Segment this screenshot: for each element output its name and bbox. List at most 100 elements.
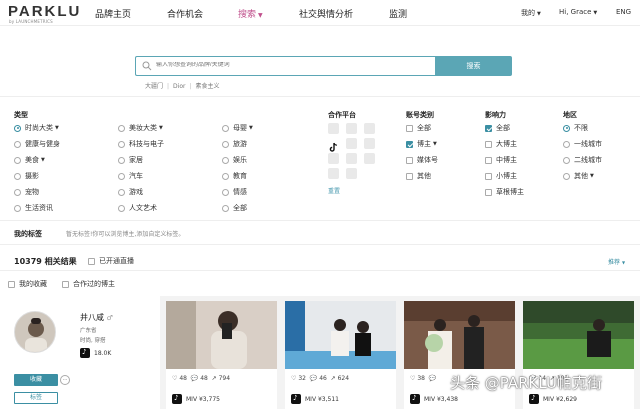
type-option-auto[interactable]: 汽车 [118, 171, 143, 181]
type-option-arts[interactable]: 人文艺术 [118, 203, 157, 213]
comment-icon: 💬 [428, 375, 437, 382]
platform-weibo-icon[interactable] [328, 123, 339, 134]
type-option-label: 科技与电子 [129, 140, 164, 148]
type-option-label: 健康与健身 [25, 140, 60, 148]
type-option-home[interactable]: 家居 [118, 155, 143, 165]
checkbox-icon [485, 140, 492, 148]
influence-option-medium[interactable]: 中博主 [485, 155, 517, 165]
platform-bilibili-icon[interactable] [346, 138, 357, 149]
search-input[interactable] [156, 62, 416, 68]
parklu-logo[interactable]: PARKLU [8, 3, 81, 20]
post-thumbnail[interactable] [166, 301, 277, 369]
hot-search-item[interactable]: 素食主义 [196, 83, 220, 90]
region-option-tier2[interactable]: 二线城市 [563, 155, 602, 165]
influence-option-all[interactable]: 全部 [485, 123, 510, 133]
chevron-down-icon: ▼ [258, 12, 263, 19]
type-option-life[interactable]: 生活资讯 [14, 203, 53, 213]
post-thumbnail[interactable] [404, 301, 515, 369]
influencer-name[interactable]: 井八咸 ♂ [80, 312, 113, 323]
account-option-media[interactable]: 媒体号 [406, 155, 438, 165]
account-option-blogger[interactable]: 博主 ▼ [406, 139, 437, 149]
influencer-avatar[interactable] [14, 311, 56, 353]
type-option-edu[interactable]: 教育 [222, 171, 247, 181]
radio-icon [118, 204, 125, 212]
checkbox-icon [406, 172, 413, 180]
platform-douyin-icon[interactable] [328, 138, 339, 152]
influence-option-grassroots[interactable]: 草根博主 [485, 187, 524, 197]
platform-wechat-icon[interactable] [346, 123, 357, 134]
influence-option-large[interactable]: 大博主 [485, 139, 517, 149]
type-option-fashion[interactable]: 时尚大类 ▼ [14, 123, 59, 133]
filter-region-title: 地区 [563, 111, 577, 119]
platform-kuaishou-icon[interactable] [364, 138, 375, 149]
divider [0, 220, 640, 221]
influence-option-label: 草根博主 [496, 188, 524, 196]
type-option-pets[interactable]: 宠物 [14, 187, 39, 197]
type-option-baby[interactable]: 母婴 ▼ [222, 123, 253, 133]
influence-option-label: 大博主 [496, 140, 517, 148]
hot-search-item[interactable]: Dior [173, 83, 185, 90]
nav-cooperation[interactable]: 合作机会 [167, 7, 203, 20]
nav-search[interactable]: 搜索 ▼ [238, 7, 263, 20]
language-switch[interactable]: ENG [616, 8, 631, 16]
my-favorites-checkbox[interactable]: 我的收藏 [8, 279, 47, 289]
post-thumbnail[interactable] [523, 301, 634, 369]
region-option-tier1[interactable]: 一线城市 [563, 139, 602, 149]
post-card[interactable]: ♡ 32 💬 46 ↗ 624 MIV ¥3,511 [285, 301, 396, 409]
type-option-label: 时尚大类 [25, 124, 53, 132]
miv-value: MIV ¥3,438 [424, 395, 458, 403]
type-option-label: 情感 [233, 188, 247, 196]
reset-platform-button[interactable]: 重置 [328, 186, 340, 195]
platform-youtube-icon[interactable] [346, 168, 357, 179]
live-filter-checkbox[interactable]: 已开通直播 [88, 256, 134, 266]
type-option-games[interactable]: 游戏 [118, 187, 143, 197]
cooperated-label: 合作过的博主 [73, 280, 115, 288]
sort-dropdown[interactable]: 推荐 ▼ [608, 257, 625, 266]
cooperated-checkbox[interactable]: 合作过的博主 [62, 279, 115, 289]
tag-button[interactable]: 标签 [14, 392, 58, 404]
type-option-travel[interactable]: 旅游 [222, 139, 247, 149]
more-options-icon[interactable]: ··· [60, 375, 70, 385]
caret-down-icon: ▼ [55, 125, 59, 131]
results-count: 10379 相关结果 [14, 257, 77, 266]
type-option-all[interactable]: 全部 [222, 203, 247, 213]
type-option-label: 娱乐 [233, 156, 247, 164]
type-option-ent[interactable]: 娱乐 [222, 155, 247, 165]
account-option-other[interactable]: 其他 [406, 171, 431, 181]
like-count: 32 [298, 375, 306, 382]
platform-toutiao-icon[interactable] [346, 153, 357, 164]
radio-icon [118, 156, 125, 164]
post-thumbnail[interactable] [285, 301, 396, 369]
post-card[interactable]: ♡ 48 💬 48 ↗ 794 MIV ¥3,775 [166, 301, 277, 409]
user-menu[interactable]: Hi, Grace ▼ [559, 8, 597, 16]
search-button[interactable]: 搜索 [435, 56, 512, 76]
my-menu[interactable]: 我的 ▼ [521, 8, 541, 18]
region-option-other[interactable]: 其他 ▼ [563, 171, 594, 181]
type-option-health[interactable]: 健康与健身 [14, 139, 60, 149]
checkbox-checked-icon [406, 140, 413, 148]
type-option-tech[interactable]: 科技与电子 [118, 139, 164, 149]
influence-option-small[interactable]: 小博主 [485, 171, 517, 181]
nav-brand-home[interactable]: 品牌主页 [95, 7, 131, 20]
nav-social-analysis[interactable]: 社交舆情分析 [299, 7, 353, 20]
checkbox-icon [485, 156, 492, 164]
type-option-label: 旅游 [233, 140, 247, 148]
douyin-icon [172, 394, 182, 404]
type-option-food[interactable]: 美食 ▼ [14, 155, 45, 165]
live-filter-label: 已开通直播 [99, 257, 134, 265]
platform-xiaohongshu-icon[interactable] [364, 123, 375, 134]
type-option-photo[interactable]: 摄影 [14, 171, 39, 181]
search-icon [142, 61, 152, 71]
account-option-all[interactable]: 全部 [406, 123, 431, 133]
platform-youku-icon[interactable] [364, 153, 375, 164]
type-option-beauty[interactable]: 美妆大类 ▼ [118, 123, 163, 133]
type-option-emotion[interactable]: 情感 [222, 187, 247, 197]
hot-search-item[interactable]: 大疆门 [145, 83, 163, 90]
region-option-any[interactable]: 不限 [563, 123, 588, 133]
platform-zhihu-icon[interactable] [328, 153, 339, 164]
type-option-label: 游戏 [129, 188, 143, 196]
nav-monitor[interactable]: 监测 [389, 7, 407, 20]
favorite-button[interactable]: 收藏 [14, 374, 58, 386]
platform-instagram-icon[interactable] [328, 168, 339, 179]
nav-search-label: 搜索 [238, 10, 257, 20]
